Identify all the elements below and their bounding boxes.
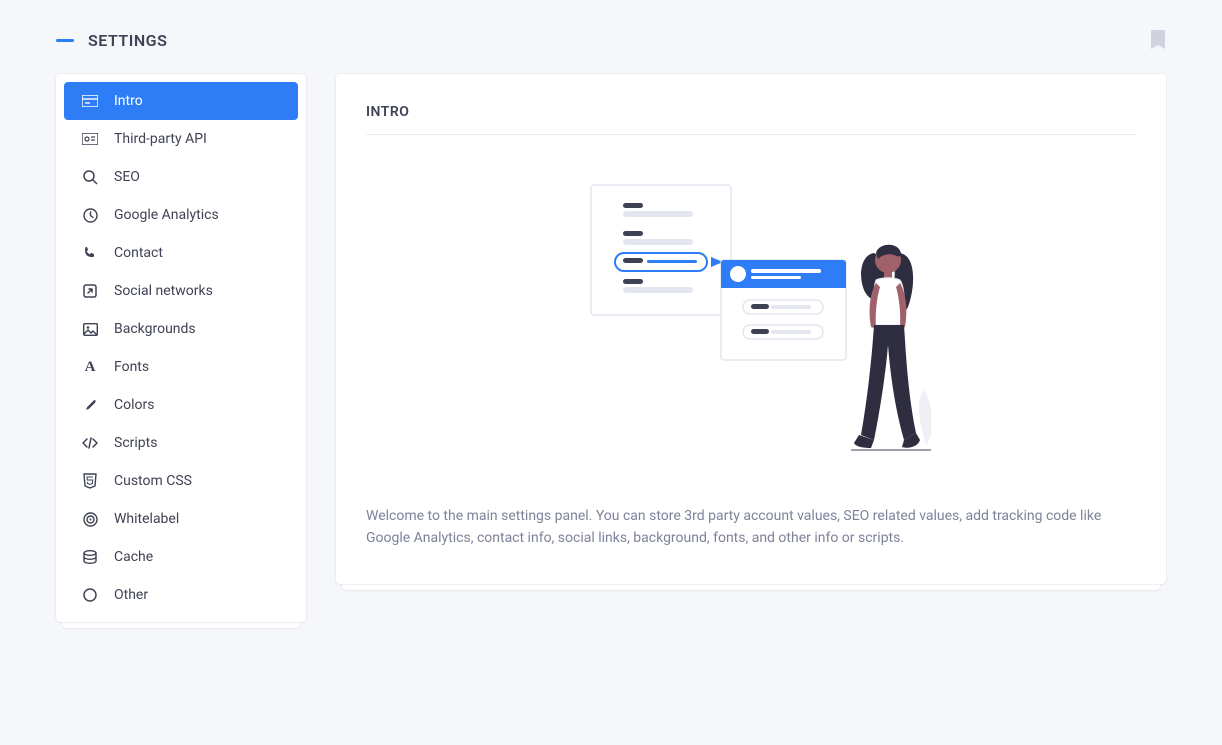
settings-sidebar: Intro Third-party API SEO Google Analyti… xyxy=(56,74,306,622)
sidebar-item-label: Backgrounds xyxy=(114,321,196,337)
intro-illustration xyxy=(366,175,1136,455)
sidebar-item-label: Scripts xyxy=(114,435,157,451)
database-icon xyxy=(82,549,98,565)
sidebar-item-label: Cache xyxy=(114,549,153,565)
sidebar-item-label: Whitelabel xyxy=(114,511,179,527)
clock-icon xyxy=(82,207,98,223)
sidebar-item-fonts[interactable]: A Fonts xyxy=(64,348,298,386)
sidebar-item-label: SEO xyxy=(114,169,140,185)
card-icon xyxy=(82,93,98,109)
intro-description: Welcome to the main settings panel. You … xyxy=(366,505,1136,550)
css-icon xyxy=(82,473,98,489)
sidebar-item-label: Custom CSS xyxy=(114,473,192,489)
page-header: SETTINGS xyxy=(56,30,1166,50)
sidebar-item-google-analytics[interactable]: Google Analytics xyxy=(64,196,298,234)
sidebar-item-backgrounds[interactable]: Backgrounds xyxy=(64,310,298,348)
circle-icon xyxy=(82,587,98,603)
sidebar-item-colors[interactable]: Colors xyxy=(64,386,298,424)
image-icon xyxy=(82,321,98,337)
sidebar-item-other[interactable]: Other xyxy=(64,576,298,614)
content-panel: INTRO xyxy=(336,74,1166,584)
sidebar-item-label: Social networks xyxy=(114,283,213,299)
sidebar-item-label: Intro xyxy=(114,93,143,109)
phone-icon xyxy=(82,245,98,261)
brush-icon xyxy=(82,397,98,413)
sidebar-item-cache[interactable]: Cache xyxy=(64,538,298,576)
sidebar-item-whitelabel[interactable]: Whitelabel xyxy=(64,500,298,538)
font-icon: A xyxy=(82,359,98,375)
sidebar-item-label: Third-party API xyxy=(114,131,207,147)
sidebar-item-contact[interactable]: Contact xyxy=(64,234,298,272)
sidebar-item-seo[interactable]: SEO xyxy=(64,158,298,196)
sidebar-item-custom-css[interactable]: Custom CSS xyxy=(64,462,298,500)
content-title: INTRO xyxy=(366,104,1136,135)
sidebar-item-social-networks[interactable]: Social networks xyxy=(64,272,298,310)
sidebar-item-label: Other xyxy=(114,587,148,603)
title-accent-dash xyxy=(56,39,74,42)
code-icon xyxy=(82,435,98,451)
sidebar-item-label: Colors xyxy=(114,397,154,413)
target-icon xyxy=(82,511,98,527)
sidebar-item-third-party-api[interactable]: Third-party API xyxy=(64,120,298,158)
sidebar-item-scripts[interactable]: Scripts xyxy=(64,424,298,462)
search-icon xyxy=(82,169,98,185)
sidebar-item-intro[interactable]: Intro xyxy=(64,82,298,120)
page-title: SETTINGS xyxy=(88,31,167,50)
bookmark-icon[interactable] xyxy=(1150,30,1166,50)
share-icon xyxy=(82,283,98,299)
id-card-icon xyxy=(82,131,98,147)
sidebar-item-label: Google Analytics xyxy=(114,207,219,223)
sidebar-item-label: Fonts xyxy=(114,359,149,375)
sidebar-item-label: Contact xyxy=(114,245,163,261)
